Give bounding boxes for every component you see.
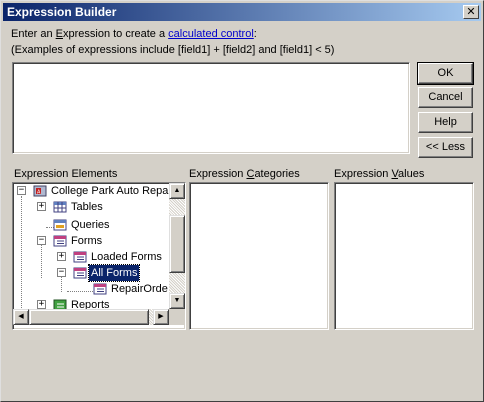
tree-item-label: College Park Auto Repa — [51, 185, 169, 197]
database-icon: A — [33, 185, 47, 197]
expression-categories-list[interactable] — [189, 182, 329, 330]
query-icon — [53, 219, 67, 231]
collapse-icon[interactable]: − — [17, 186, 26, 195]
tree-item-label: RepairOrde — [111, 283, 168, 295]
scroll-down-button[interactable]: ▼ — [169, 293, 185, 309]
less-button[interactable]: << Less — [418, 137, 473, 158]
scroll-up-button[interactable]: ▲ — [169, 183, 185, 199]
form-icon — [93, 283, 107, 295]
expand-icon[interactable]: + — [37, 300, 46, 309]
categories-label-post: ategories — [254, 168, 300, 180]
instruction-prefix: Enter an — [11, 28, 56, 40]
expression-elements-tree[interactable]: − A College Park Auto Repa + Tables Quer… — [12, 182, 186, 330]
instruction-suffix: : — [253, 28, 257, 40]
calculated-control-link[interactable]: calculated control — [168, 28, 254, 40]
tree-item-label: Loaded Forms — [91, 251, 162, 263]
scroll-left-button[interactable]: ◀ — [13, 309, 29, 325]
scroll-right-button[interactable]: ▶ — [153, 309, 169, 325]
form-icon — [73, 267, 87, 279]
cancel-button[interactable]: Cancel — [418, 87, 473, 108]
examples-text: (Examples of expressions include [field1… — [11, 44, 335, 56]
expression-elements-label: Expression Elements — [14, 168, 118, 180]
scroll-corner — [169, 309, 185, 325]
svg-text:A: A — [37, 190, 41, 196]
tree-item-label: Queries — [71, 219, 110, 231]
instruction-hotkey: E — [55, 28, 63, 40]
horizontal-scroll-thumb[interactable] — [29, 309, 149, 325]
window-title: Expression Builder — [7, 5, 117, 19]
table-icon — [53, 201, 67, 213]
values-label-pre: Expression — [334, 168, 392, 180]
ok-button[interactable]: OK — [417, 62, 474, 85]
close-button[interactable]: ✕ — [463, 5, 479, 19]
expression-categories-label: Expression Categories — [189, 168, 300, 180]
categories-label-pre: Expression — [189, 168, 247, 180]
vertical-scroll-thumb[interactable] — [169, 215, 185, 273]
instruction-line: Enter an Expression to create a calculat… — [11, 28, 257, 40]
expression-values-list[interactable] — [334, 182, 474, 330]
expression-builder-dialog: Expression Builder ✕ Enter an Expression… — [0, 0, 484, 402]
form-icon — [53, 235, 67, 247]
expression-input[interactable] — [12, 62, 410, 154]
tree-item-label: Tables — [71, 201, 103, 213]
tree-viewport: − A College Park Auto Repa + Tables Quer… — [13, 183, 169, 325]
expand-icon[interactable]: + — [37, 202, 46, 211]
tree-item-label: All Forms — [87, 264, 141, 282]
title-bar[interactable]: Expression Builder ✕ — [3, 3, 481, 21]
form-icon — [73, 251, 87, 263]
tree-item-label: Forms — [71, 235, 103, 247]
expand-icon[interactable]: + — [57, 252, 66, 261]
collapse-icon[interactable]: − — [57, 268, 66, 277]
instruction-mid: xpression to create a — [62, 28, 169, 40]
collapse-icon[interactable]: − — [37, 236, 46, 245]
help-button[interactable]: Help — [418, 112, 473, 133]
expression-values-label: Expression Values — [334, 168, 424, 180]
values-label-post: alues — [398, 168, 425, 180]
